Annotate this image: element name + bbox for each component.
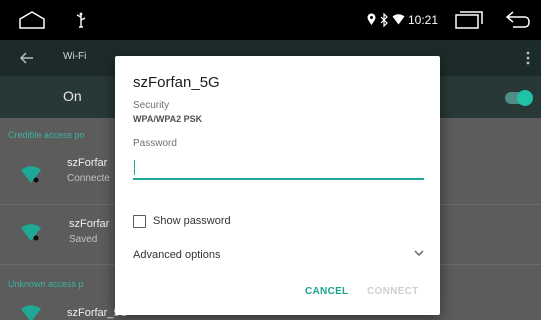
show-password-label: Show password: [153, 215, 231, 227]
text-cursor: [134, 160, 135, 175]
back-arrow-icon[interactable]: [20, 52, 34, 64]
network-name[interactable]: szForfar: [69, 218, 109, 230]
location-icon: [367, 13, 376, 25]
toggle-knob: [517, 90, 533, 106]
chevron-down-icon: [414, 250, 424, 257]
section-label-credible: Credible access po: [8, 130, 85, 140]
dialog-title: szForfan_5G: [133, 74, 220, 91]
password-label: Password: [133, 138, 177, 149]
show-password-row[interactable]: Show password: [133, 215, 333, 233]
security-label: Security: [133, 100, 170, 111]
connect-button[interactable]: CONNECT: [367, 286, 419, 297]
wifi-icon: [21, 305, 41, 320]
cancel-button[interactable]: CANCEL: [305, 286, 348, 297]
wifi-icon: [21, 166, 41, 183]
security-value: WPA/WPA2 PSK: [133, 114, 203, 124]
bluetooth-icon: [380, 13, 388, 27]
wifi-switch-label: On: [63, 88, 82, 104]
status-bar: 10:21: [0, 0, 541, 40]
home-icon[interactable]: [18, 10, 46, 30]
wifi-icon: [21, 224, 41, 241]
back-icon[interactable]: [505, 10, 531, 30]
show-password-checkbox[interactable]: [133, 215, 146, 228]
section-label-unknown: Unknown access p: [8, 279, 84, 289]
recents-icon[interactable]: [454, 11, 484, 29]
advanced-options-row[interactable]: Advanced options: [133, 248, 424, 266]
wifi-signal-icon: [392, 14, 405, 25]
network-status: Saved: [69, 234, 98, 245]
network-name[interactable]: szForfar: [67, 157, 107, 169]
page-title: Wi-Fi: [63, 51, 87, 62]
wifi-connect-dialog: szForfan_5G Security WPA/WPA2 PSK Passwo…: [115, 56, 440, 315]
clock: 10:21: [408, 13, 439, 27]
advanced-options-label: Advanced options: [133, 249, 221, 261]
network-status: Connecte: [67, 173, 110, 184]
overflow-menu-icon[interactable]: [526, 51, 530, 65]
usb-icon: [76, 12, 86, 28]
wifi-toggle[interactable]: [505, 90, 533, 106]
password-input[interactable]: [133, 156, 424, 180]
